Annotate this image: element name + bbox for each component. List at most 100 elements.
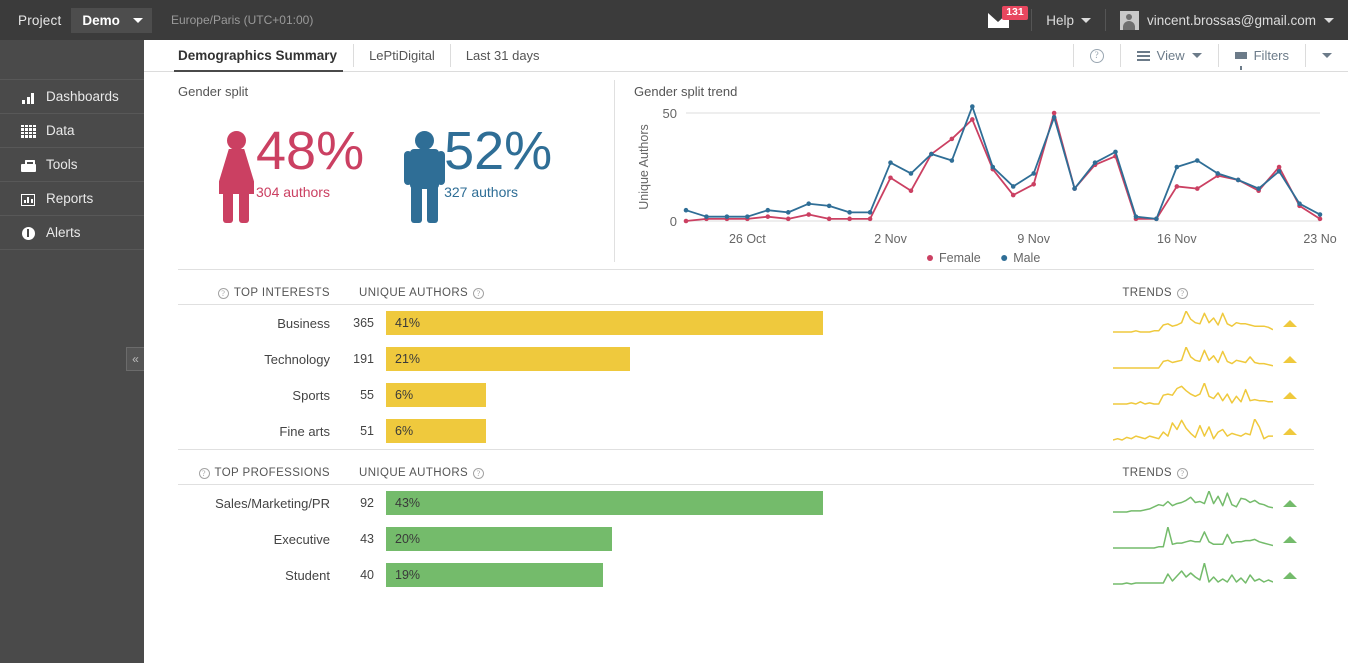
trend-up-icon xyxy=(1283,572,1297,579)
svg-text:Unique Authors: Unique Authors xyxy=(637,124,651,209)
trend-up-icon xyxy=(1283,392,1297,399)
question-mark-icon: ? xyxy=(199,468,210,479)
row-percent-bar: 6% xyxy=(386,383,486,407)
gender-trend-title: Gender split trend xyxy=(634,84,1348,99)
sparkline xyxy=(1113,527,1273,551)
sidebar-item-label: Alerts xyxy=(46,225,81,240)
svg-text:0: 0 xyxy=(670,214,677,229)
top-bar-right: 131 Help vincent.brossas@gmail.com xyxy=(988,0,1348,40)
sidebar-item-label: Data xyxy=(46,123,75,138)
top-bar-left: Project Demo Europe/Paris (UTC+01:00) xyxy=(0,0,313,40)
svg-text:9 Nov: 9 Nov xyxy=(1017,232,1050,246)
col-header-label: TOP INTERESTS xyxy=(234,287,330,299)
user-email: vincent.brossas@gmail.com xyxy=(1147,13,1316,28)
timezone-label: Europe/Paris (UTC+01:00) xyxy=(171,13,313,27)
col-header-top-professions: ? TOP PROFESSIONS xyxy=(144,467,344,479)
svg-text:2 Nov: 2 Nov xyxy=(874,232,907,246)
report-icon xyxy=(20,192,36,206)
row-bar-zone: 6% xyxy=(374,419,1113,443)
col-header-unique-authors: UNIQUE AUTHORS ? xyxy=(344,287,1122,299)
alert-icon xyxy=(20,226,36,240)
row-author-count: 365 xyxy=(344,316,374,330)
sidebar-item-dashboards[interactable]: Dashboards xyxy=(0,80,144,114)
row-trend-cell xyxy=(1113,563,1348,587)
trend-up-icon xyxy=(1283,356,1297,363)
svg-text:26 Oct: 26 Oct xyxy=(729,232,766,246)
sidebar-item-reports[interactable]: Reports xyxy=(0,182,144,216)
question-mark-icon: ? xyxy=(1177,468,1188,479)
help-button[interactable]: ? xyxy=(1074,40,1120,71)
sidebar-item-tools[interactable]: Tools xyxy=(0,148,144,182)
row-percent-bar: 21% xyxy=(386,347,630,371)
row-percent-bar: 6% xyxy=(386,419,486,443)
more-options-button[interactable] xyxy=(1306,40,1348,71)
interests-rows: Business36541%Technology19121%Sports556%… xyxy=(144,305,1348,449)
sidebar-item-label: Tools xyxy=(46,157,78,172)
gender-section: Gender split 48% 304 authors xyxy=(144,72,1348,269)
trend-up-icon xyxy=(1283,320,1297,327)
messages-button[interactable]: 131 xyxy=(988,13,1017,28)
row-bar-zone: 19% xyxy=(374,563,1113,587)
row-bar-zone: 6% xyxy=(374,383,1113,407)
row-trend-cell xyxy=(1113,383,1348,407)
sidebar-item-alerts[interactable]: Alerts xyxy=(0,216,144,250)
table-row[interactable]: Sports556% xyxy=(144,377,1348,413)
table-row[interactable]: Business36541% xyxy=(144,305,1348,341)
divider xyxy=(1105,9,1106,31)
grid-icon xyxy=(20,124,36,138)
svg-text:16 Nov: 16 Nov xyxy=(1157,232,1197,246)
gender-figures: 48% 304 authors 52% 327 authors xyxy=(178,123,614,223)
female-percent: 48% xyxy=(256,123,364,179)
male-percent: 52% xyxy=(444,123,552,179)
row-category-label: Business xyxy=(144,316,344,331)
tab-date-range[interactable]: Last 31 days xyxy=(451,40,555,71)
table-row[interactable]: Technology19121% xyxy=(144,341,1348,377)
row-category-label: Technology xyxy=(144,352,344,367)
help-label: Help xyxy=(1046,13,1074,28)
gender-trend-panel: Gender split trend 050Unique Authors26 O… xyxy=(614,72,1348,269)
table-row[interactable]: Fine arts51 6% xyxy=(144,413,1348,449)
sidebar-collapse-button[interactable]: « xyxy=(126,347,145,371)
row-trend-cell xyxy=(1113,419,1348,443)
col-header-unique-authors: UNIQUE AUTHORS ? xyxy=(344,467,1122,479)
row-bar-zone: 21% xyxy=(374,347,1113,371)
row-trend-cell xyxy=(1113,491,1348,515)
chevron-down-icon xyxy=(133,18,143,23)
row-author-count: 51 xyxy=(344,424,374,438)
sidebar-spacer xyxy=(0,40,144,80)
top-professions-section: ? TOP PROFESSIONS UNIQUE AUTHORS ? TREND… xyxy=(144,449,1348,593)
col-header-trends: TRENDS ? xyxy=(1122,467,1348,479)
sidebar-item-data[interactable]: Data xyxy=(0,114,144,148)
help-menu[interactable]: Help xyxy=(1046,13,1091,28)
avatar xyxy=(1120,11,1139,30)
user-menu[interactable]: vincent.brossas@gmail.com xyxy=(1120,11,1334,30)
tab-demographics-summary[interactable]: Demographics Summary xyxy=(144,40,353,71)
male-authors: 327 authors xyxy=(444,184,552,200)
sparkline xyxy=(1113,347,1273,371)
row-category-label: Executive xyxy=(144,532,344,547)
project-selector[interactable]: Demo xyxy=(71,8,152,33)
col-header-label: UNIQUE AUTHORS xyxy=(359,287,468,299)
table-row[interactable]: Sales/Marketing/PR9243% xyxy=(144,485,1348,521)
question-mark-icon: ? xyxy=(1177,288,1188,299)
filters-button[interactable]: Filters xyxy=(1219,40,1305,71)
row-category-label: Fine arts xyxy=(144,424,344,439)
table-row[interactable]: Student4019% xyxy=(144,557,1348,593)
question-mark-icon: ? xyxy=(1090,49,1104,63)
tab-project-name[interactable]: LePtiDigital xyxy=(354,40,450,71)
sidebar: Dashboards Data Tools Reports Alerts xyxy=(0,40,144,663)
view-button[interactable]: View xyxy=(1121,40,1218,71)
table-row[interactable]: Executive4320% xyxy=(144,521,1348,557)
col-header-top-interests: ? TOP INTERESTS xyxy=(144,287,344,299)
svg-text:Female: Female xyxy=(939,251,981,265)
question-mark-icon: ? xyxy=(218,288,229,299)
funnel-icon xyxy=(1235,52,1247,59)
tab-bar: Demographics Summary LePtiDigital Last 3… xyxy=(144,40,1348,72)
sparkline xyxy=(1113,419,1273,443)
row-author-count: 43 xyxy=(344,532,374,546)
project-label: Project xyxy=(18,13,61,28)
sparkline xyxy=(1113,491,1273,515)
trend-up-icon xyxy=(1283,536,1297,543)
sparkline xyxy=(1113,311,1273,335)
row-percent-bar: 19% xyxy=(386,563,603,587)
